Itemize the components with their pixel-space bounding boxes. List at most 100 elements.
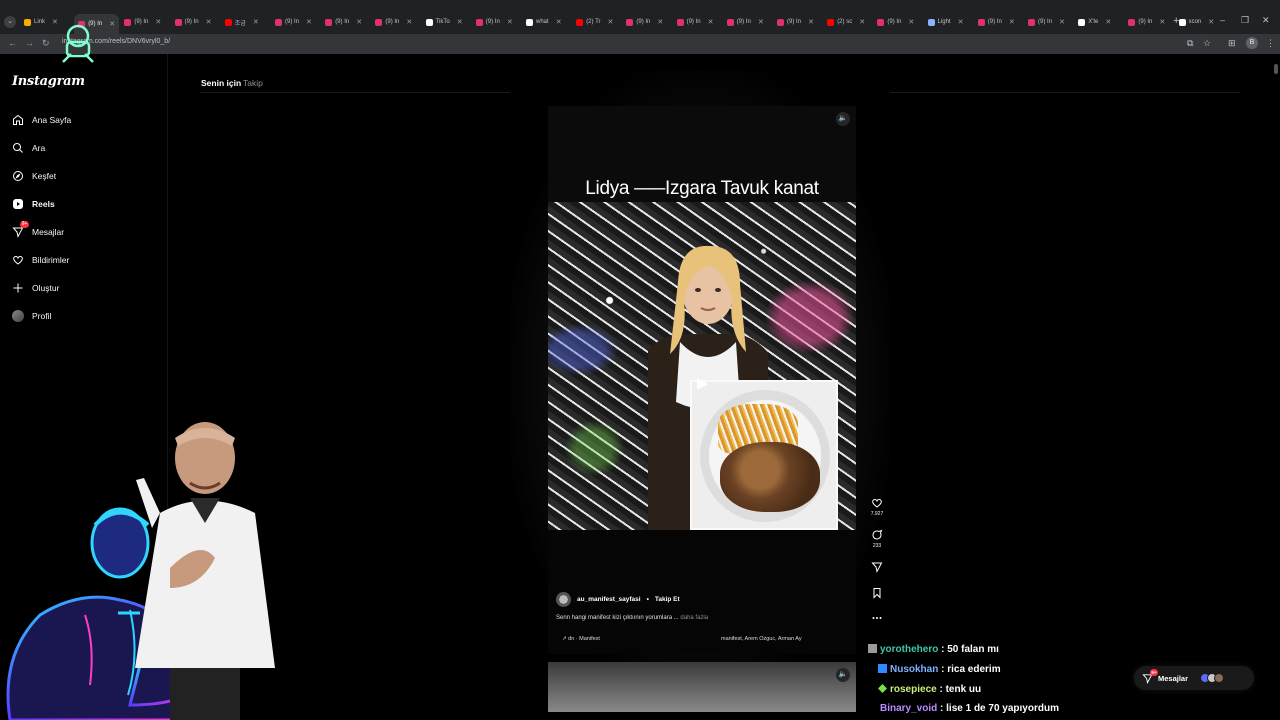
tab-close-icon[interactable]: ✕ xyxy=(1059,18,1065,26)
comment-button[interactable]: 233 xyxy=(868,529,886,549)
more-link[interactable]: daha fazla xyxy=(680,615,708,621)
browser-tab[interactable]: 조금 ✕ xyxy=(224,14,259,30)
sidebar-item-create[interactable]: Oluştur xyxy=(12,280,59,296)
browser-tab[interactable]: xcon ✕ xyxy=(1178,14,1214,30)
tab-close-icon[interactable]: ✕ xyxy=(356,18,362,26)
tab-search-button[interactable]: ⌄ xyxy=(4,16,16,28)
bookmark-star-icon[interactable]: ☆ xyxy=(1203,38,1211,49)
tab-close-icon[interactable]: ✕ xyxy=(507,18,513,26)
instagram-logo[interactable]: Instagram xyxy=(12,74,85,89)
browser-tab[interactable]: X'te ✕ xyxy=(1078,14,1111,30)
minimize-icon[interactable]: – xyxy=(1220,15,1225,25)
like-button[interactable]: 7.927 xyxy=(868,497,886,517)
browser-tab[interactable]: (9) In ✕ xyxy=(475,14,513,30)
tab-close-icon[interactable]: ✕ xyxy=(1208,18,1214,26)
browser-tab[interactable]: (9) In ✕ xyxy=(877,14,914,30)
tab-close-icon[interactable]: ✕ xyxy=(109,20,115,28)
tab-close-icon[interactable]: ✕ xyxy=(457,18,463,26)
chat-message: Nusokhan : rica ederim xyxy=(878,664,1001,675)
tab-title: X'te xyxy=(1088,19,1099,25)
next-reel-preview[interactable]: 🔈 xyxy=(548,662,856,712)
tab-favicon-icon xyxy=(877,18,885,26)
tab-close-icon[interactable]: ✕ xyxy=(958,18,964,26)
tab-close-icon[interactable]: ✕ xyxy=(1105,18,1111,26)
browser-menu-icon[interactable]: ⋮ xyxy=(1266,38,1275,49)
tab-title: (9) In xyxy=(385,19,400,25)
messages-popup-button[interactable]: 9+ Mesajlar xyxy=(1134,666,1254,690)
reel-video[interactable]: 🔈 Lidya –––Izgara Tavuk kanat au_manifes… xyxy=(548,106,856,654)
new-tab-button[interactable]: + xyxy=(1173,15,1179,27)
sidebar-item-label: Mesajlar xyxy=(32,227,65,237)
sidebar-item-home[interactable]: Ana Sayfa xyxy=(12,112,71,128)
browser-tab[interactable]: TikTo ✕ xyxy=(425,14,463,30)
forward-icon[interactable]: → xyxy=(25,38,34,48)
save-button[interactable] xyxy=(868,587,886,599)
tagged-users[interactable]: manifest, Arem Ozguc, Arman Ay xyxy=(721,636,802,642)
more-options-button[interactable] xyxy=(868,612,886,624)
close-window-icon[interactable]: ✕ xyxy=(1262,15,1270,26)
browser-tab[interactable]: what ✕ xyxy=(526,14,562,30)
sidebar-item-search[interactable]: Ara xyxy=(12,140,45,156)
play-icon[interactable] xyxy=(694,376,710,392)
browser-tab[interactable]: (9) In ✕ xyxy=(1128,14,1165,30)
extensions-icon[interactable]: ⊞ xyxy=(1228,38,1236,49)
author-username[interactable]: au_manifest_sayfasi xyxy=(577,596,641,603)
tab-close-icon[interactable]: ✕ xyxy=(657,18,663,26)
audio-link[interactable]: ↗ dn · Manifest xyxy=(562,636,600,642)
tab-close-icon[interactable]: ✕ xyxy=(1009,18,1015,26)
tab-title: (2) Tr xyxy=(586,19,601,25)
tab-close-icon[interactable]: ✕ xyxy=(406,18,412,26)
tab-title: (9) In xyxy=(987,19,1002,25)
sidebar-item-notifications[interactable]: Bildirimler xyxy=(12,252,69,268)
scroll-thumb[interactable] xyxy=(1274,64,1278,74)
tab-close-icon[interactable]: ✕ xyxy=(859,18,865,26)
tab-for-you[interactable]: Senin için xyxy=(201,78,241,88)
back-icon[interactable]: ← xyxy=(8,38,17,48)
browser-tab[interactable]: (9) In ✕ xyxy=(977,14,1015,30)
tab-following[interactable]: Takip xyxy=(243,78,263,88)
page-scrollbar[interactable] xyxy=(1274,56,1278,716)
tab-close-icon[interactable]: ✕ xyxy=(808,18,814,26)
restore-icon[interactable]: ❐ xyxy=(1241,15,1249,26)
browser-tab[interactable]: Link ✕ xyxy=(24,14,58,30)
recent-avatars xyxy=(1200,673,1225,683)
tab-close-icon[interactable]: ✕ xyxy=(306,18,312,26)
browser-tab[interactable]: (9) In ✕ xyxy=(325,14,362,30)
mute-icon[interactable]: 🔈 xyxy=(836,668,850,682)
browser-tab[interactable]: (2) sc ✕ xyxy=(827,14,865,30)
mute-icon[interactable]: 🔈 xyxy=(836,112,850,126)
browser-tab[interactable]: (9) In ✕ xyxy=(174,14,212,30)
tab-close-icon[interactable]: ✕ xyxy=(608,18,614,26)
sidebar-item-messages[interactable]: 9+ Mesajlar xyxy=(12,221,65,240)
notification-badge: 9+ xyxy=(20,221,29,228)
browser-tab[interactable]: (9) In ✕ xyxy=(676,14,714,30)
tab-close-icon[interactable]: ✕ xyxy=(556,18,562,26)
browser-tab[interactable]: (9) In ✕ xyxy=(124,14,161,30)
tab-close-icon[interactable]: ✕ xyxy=(206,18,212,26)
sidebar-item-explore[interactable]: Keşfet xyxy=(12,168,56,184)
sidebar-item-reels[interactable]: Reels xyxy=(12,196,55,212)
install-app-icon[interactable]: ⧉ xyxy=(1187,38,1193,49)
sidebar-item-profile[interactable]: Profil xyxy=(12,308,51,324)
browser-tab[interactable]: (2) Tr ✕ xyxy=(576,14,613,30)
tab-close-icon[interactable]: ✕ xyxy=(253,18,259,26)
browser-tab[interactable]: (9) In ✕ xyxy=(275,14,312,30)
tab-favicon-icon xyxy=(977,18,985,26)
browser-tab[interactable]: (9) In ✕ xyxy=(777,14,814,30)
reload-icon[interactable]: ↻ xyxy=(42,38,50,49)
follow-button[interactable]: Takip Et xyxy=(655,596,680,603)
browser-tab[interactable]: (9) In ✕ xyxy=(1028,14,1065,30)
share-button[interactable] xyxy=(868,561,886,573)
browser-tab[interactable]: (9) In ✕ xyxy=(626,14,663,30)
browser-profile-avatar[interactable]: B xyxy=(1246,37,1258,49)
browser-tab[interactable]: (9) In ✕ xyxy=(375,14,412,30)
description-text: Senn hangi manifest kizi çıktıının yorum… xyxy=(556,615,679,621)
browser-tab[interactable]: Light ✕ xyxy=(927,14,964,30)
tab-close-icon[interactable]: ✕ xyxy=(155,18,161,26)
tab-close-icon[interactable]: ✕ xyxy=(908,18,914,26)
tab-close-icon[interactable]: ✕ xyxy=(758,18,764,26)
author-avatar[interactable] xyxy=(556,592,571,607)
tab-close-icon[interactable]: ✕ xyxy=(708,18,714,26)
tab-close-icon[interactable]: ✕ xyxy=(1159,18,1165,26)
browser-tab[interactable]: (9) In ✕ xyxy=(726,14,764,30)
